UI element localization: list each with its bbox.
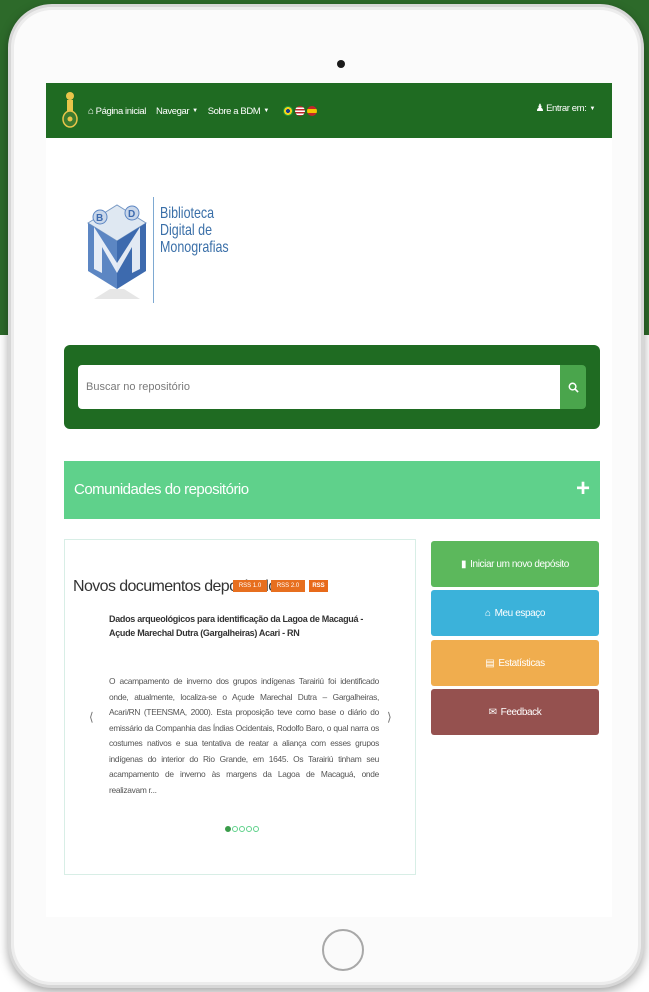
navbar: ⌂ Página inicial Navegar ▼ Sobre a BDM ▼…	[46, 83, 612, 138]
nav-about-dropdown[interactable]: Sobre a BDM ▼	[207, 105, 270, 117]
search-input[interactable]	[78, 365, 560, 409]
usa-flag-icon[interactable]	[294, 106, 305, 116]
institution-logo-icon[interactable]	[62, 91, 78, 129]
home-icon: ⌂	[88, 105, 94, 117]
nav-home-label: Página inicial	[95, 105, 147, 117]
feed-badges: RSS 1.0 RSS 2.0 RSS	[233, 580, 332, 592]
carousel-dot[interactable]	[239, 826, 245, 832]
feedback-label: Feedback	[500, 706, 542, 718]
carousel-dot[interactable]	[246, 826, 252, 832]
communities-panel[interactable]: Comunidades do repositório +	[64, 461, 600, 519]
screen: ⌂ Página inicial Navegar ▼ Sobre a BDM ▼…	[46, 83, 612, 917]
language-selector	[282, 106, 319, 116]
home-icon: ⌂	[484, 607, 491, 619]
stats-icon: ▤	[485, 657, 495, 669]
feedback-button[interactable]: ✉ Feedback	[431, 689, 599, 735]
nav-about-label: Sobre a BDM	[207, 105, 261, 117]
carousel-dot[interactable]	[232, 826, 238, 832]
svg-text:D: D	[128, 209, 135, 220]
brand-divider	[153, 197, 154, 303]
caret-down-icon: ▼	[192, 108, 198, 114]
login-label: Entrar em:	[546, 103, 587, 114]
plus-icon[interactable]: +	[576, 475, 590, 503]
brand-line: Biblioteca	[160, 205, 215, 222]
communities-label: Comunidades do repositório	[74, 481, 249, 498]
svg-text:B: B	[96, 213, 103, 224]
nav-menu: ⌂ Página inicial Navegar ▼ Sobre a BDM ▼	[88, 103, 319, 119]
bdm-logo-icon[interactable]: B D	[80, 193, 154, 303]
new-deposit-label: Iniciar um novo depósito	[470, 558, 569, 570]
document-icon: ▮	[461, 558, 467, 570]
caret-down-icon: ▼	[589, 105, 595, 112]
search-icon	[568, 382, 579, 393]
brand-line: Monografias	[160, 239, 229, 256]
envelope-icon: ✉	[488, 706, 497, 718]
nav-navigate-label: Navegar	[156, 105, 190, 117]
brazil-flag-icon[interactable]	[282, 106, 293, 116]
new-deposit-button[interactable]: ▮ Iniciar um novo depósito	[431, 541, 599, 587]
carousel-dot[interactable]	[253, 826, 259, 832]
rss1-feed-button[interactable]: RSS 1.0	[233, 580, 267, 592]
nav-home[interactable]: ⌂ Página inicial	[88, 106, 146, 117]
brand-line: Digital de	[160, 222, 213, 239]
carousel-next-icon[interactable]: ⟩	[387, 710, 392, 724]
camera-dot	[337, 60, 345, 68]
carousel-prev-icon[interactable]: ⟨	[89, 710, 94, 724]
search-button[interactable]	[560, 365, 586, 409]
rss2-feed-button[interactable]: RSS 2.0	[271, 580, 305, 592]
document-summary: O acampamento de inverno dos grupos indí…	[109, 676, 379, 795]
login-dropdown[interactable]: ♟ Entrar em: ▼	[535, 103, 596, 114]
rss-feed-button[interactable]: RSS	[309, 580, 328, 592]
carousel-dot[interactable]	[225, 826, 231, 832]
document-title-link[interactable]: Dados arqueológicos para identificação d…	[109, 612, 373, 640]
my-space-button[interactable]: ⌂ Meu espaço	[431, 590, 599, 636]
brand-title: Biblioteca Digital de Monografias	[160, 205, 229, 256]
nav-navigate-dropdown[interactable]: Navegar ▼	[156, 106, 198, 117]
spain-flag-icon[interactable]	[306, 106, 317, 116]
caret-down-icon: ▼	[263, 108, 269, 114]
statistics-label: Estatísticas	[498, 657, 545, 669]
statistics-button[interactable]: ▤ Estatísticas	[431, 640, 599, 686]
search-panel	[64, 345, 600, 429]
my-space-label: Meu espaço	[494, 607, 546, 619]
tablet-home-button[interactable]	[322, 929, 364, 971]
recent-documents-panel: Novos documentos depositados RSS 1.0 RSS…	[64, 539, 416, 875]
user-icon: ♟	[535, 103, 545, 114]
carousel-indicators	[225, 826, 260, 832]
